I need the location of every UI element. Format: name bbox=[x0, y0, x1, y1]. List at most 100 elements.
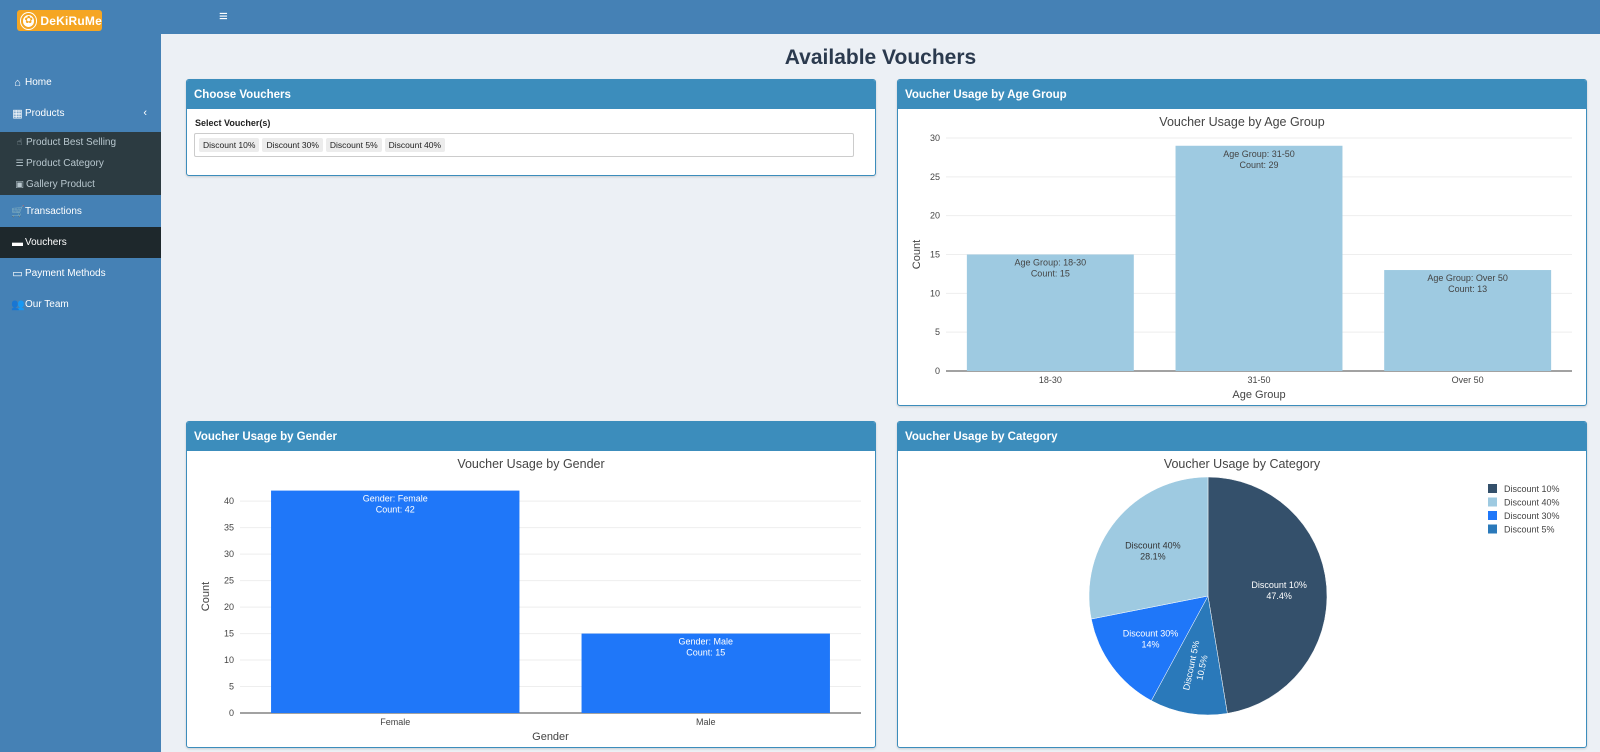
x-tick-label: 31-50 bbox=[1247, 375, 1270, 385]
hamburger-icon[interactable]: ≡ bbox=[219, 9, 228, 24]
legend-label: Discount 5% bbox=[1504, 525, 1555, 535]
bar-label-category: Gender: Female bbox=[363, 494, 428, 504]
x-axis-title: Gender bbox=[532, 731, 569, 743]
panel-title: Voucher Usage by Gender bbox=[187, 422, 875, 451]
bar bbox=[271, 490, 520, 713]
voucher-tag[interactable]: Discount 5% bbox=[325, 138, 382, 152]
legend-label: Discount 30% bbox=[1504, 511, 1560, 521]
sidebar-item-transactions[interactable]: 🛒 Transactions bbox=[0, 196, 161, 227]
bar-label-count: Count: 15 bbox=[686, 648, 725, 658]
y-tick-label: 20 bbox=[224, 602, 234, 612]
sidebar-item-label: Our Team bbox=[25, 299, 69, 310]
bar-label-count: Count: 42 bbox=[376, 505, 415, 515]
sidebar-item-product-best-selling[interactable]: ☝ Product Best Selling bbox=[0, 132, 161, 153]
y-tick-label: 25 bbox=[930, 172, 940, 182]
sidebar-item-payment-methods[interactable]: ▭ Payment Methods bbox=[0, 258, 161, 289]
x-tick-label: Male bbox=[696, 717, 716, 727]
category-panel: Voucher Usage by Category Voucher Usage … bbox=[897, 421, 1587, 748]
y-tick-label: 5 bbox=[229, 682, 234, 692]
page-title: Available Vouchers bbox=[784, 46, 977, 69]
chart-title: Voucher Usage by Age Group bbox=[1159, 115, 1324, 129]
y-tick-label: 25 bbox=[224, 576, 234, 586]
sidebar-item-label: Products bbox=[25, 108, 65, 119]
bar-label-category: Gender: Male bbox=[678, 637, 733, 647]
x-tick-label: Female bbox=[380, 717, 410, 727]
top-navbar: ✿ DeKiRuMe ≡ bbox=[0, 0, 1600, 34]
pie-label-name: Discount 40% bbox=[1125, 541, 1181, 551]
brand-name: DeKiRuMe bbox=[40, 13, 102, 28]
bar-label-category: Age Group: 18-30 bbox=[1015, 258, 1087, 268]
legend-swatch bbox=[1488, 524, 1497, 534]
x-axis-title: Age Group bbox=[1232, 389, 1285, 401]
sidebar-item-label: Payment Methods bbox=[25, 268, 106, 279]
sidebar: ⌂ Home ▦ Products ‹ ☝ Product Best Selli… bbox=[0, 34, 161, 752]
chart-title: Voucher Usage by Gender bbox=[457, 457, 604, 471]
y-tick-label: 15 bbox=[224, 629, 234, 639]
products-submenu: ☝ Product Best Selling ☰ Product Categor… bbox=[0, 132, 161, 195]
image-icon: ▣ bbox=[15, 179, 24, 189]
y-tick-label: 10 bbox=[930, 288, 940, 298]
voucher-tag[interactable]: Discount 40% bbox=[384, 138, 446, 152]
pie-label-percent: 47.4% bbox=[1266, 591, 1292, 601]
sidebar-item-home[interactable]: ⌂ Home bbox=[0, 67, 161, 98]
sidebar-item-label: Home bbox=[25, 77, 52, 88]
legend-label: Discount 40% bbox=[1504, 498, 1560, 508]
y-tick-label: 0 bbox=[229, 708, 234, 718]
pie-label-percent: 28.1% bbox=[1140, 552, 1166, 562]
sidebar-item-our-team[interactable]: 👥 Our Team bbox=[0, 289, 161, 320]
voucher-tag[interactable]: Discount 30% bbox=[262, 138, 323, 152]
sidebar-item-label: Transactions bbox=[25, 206, 82, 217]
bar-label-count: Count: 15 bbox=[1031, 269, 1070, 279]
thumbs-up-icon: ☝ bbox=[16, 137, 23, 147]
credit-card-icon: ▭ bbox=[12, 268, 23, 280]
cart-icon: 🛒 bbox=[11, 206, 25, 218]
users-icon: 👥 bbox=[11, 299, 25, 311]
y-axis-title: Count bbox=[200, 582, 212, 611]
chart-title: Voucher Usage by Category bbox=[1164, 457, 1321, 471]
cubes-icon: ▦ bbox=[12, 108, 23, 120]
bar-label-count: Count: 29 bbox=[1239, 160, 1278, 170]
y-tick-label: 30 bbox=[930, 133, 940, 143]
age-group-panel: Voucher Usage by Age Group Voucher Usage… bbox=[897, 79, 1587, 406]
sidebar-item-label: Vouchers bbox=[25, 237, 67, 248]
legend-swatch bbox=[1488, 497, 1497, 507]
list-icon: ☰ bbox=[15, 158, 24, 168]
bar bbox=[1175, 145, 1343, 371]
panel-title: Voucher Usage by Age Group bbox=[898, 80, 1586, 109]
select-vouchers-label: Select Voucher(s) bbox=[195, 118, 271, 128]
x-tick-label: 18-30 bbox=[1039, 375, 1062, 385]
age-group-chart: Voucher Usage by Age Group 0 5 10 15 20 25 30 Ag… bbox=[911, 115, 1572, 401]
voucher-tag[interactable]: Discount 10% bbox=[199, 138, 260, 152]
choose-vouchers-panel: Choose Vouchers Select Voucher(s) Discou… bbox=[186, 79, 876, 176]
sidebar-item-vouchers[interactable]: ▬ Vouchers bbox=[0, 227, 161, 258]
home-icon: ⌂ bbox=[14, 76, 21, 89]
sidebar-item-label: Product Best Selling bbox=[26, 137, 117, 148]
ticket-icon: ▬ bbox=[12, 236, 23, 249]
bar-label-count: Count: 13 bbox=[1448, 284, 1487, 294]
y-tick-label: 15 bbox=[930, 250, 940, 260]
sun-flower-icon: ✿ bbox=[21, 12, 37, 29]
sidebar-item-products[interactable]: ▦ Products ‹ bbox=[0, 98, 161, 129]
sidebar-item-product-category[interactable]: ☰ Product Category bbox=[0, 153, 161, 174]
pie-label-name: Discount 30% bbox=[1123, 628, 1179, 638]
voucher-multiselect[interactable]: Discount 10% Discount 30% Discount 5% Di… bbox=[194, 133, 854, 157]
legend-swatch bbox=[1488, 511, 1497, 520]
gender-chart: Voucher Usage by Gender 0 5 10 15 20 25 30 35 40 G… bbox=[200, 457, 861, 743]
y-tick-label: 0 bbox=[935, 366, 940, 376]
x-tick-label: Over 50 bbox=[1452, 375, 1484, 385]
bar-label-category: Age Group: 31-50 bbox=[1223, 149, 1295, 159]
sidebar-item-gallery-product[interactable]: ▣ Gallery Product bbox=[0, 174, 161, 195]
gender-panel: Voucher Usage by Gender Voucher Usage by… bbox=[186, 421, 876, 748]
y-tick-label: 40 bbox=[224, 496, 234, 506]
panel-title: Choose Vouchers bbox=[187, 80, 875, 109]
panel-title: Voucher Usage by Category bbox=[898, 422, 1586, 451]
category-pie-chart: Voucher Usage by Category Discount 10%47.… bbox=[1088, 457, 1560, 716]
y-tick-label: 5 bbox=[935, 327, 940, 337]
bar-label-category: Age Group: Over 50 bbox=[1427, 273, 1508, 283]
brand-logo[interactable]: ✿ DeKiRuMe bbox=[17, 10, 102, 31]
y-tick-label: 30 bbox=[224, 549, 234, 559]
pie-label-name: Discount 10% bbox=[1251, 580, 1307, 590]
sidebar-item-label: Gallery Product bbox=[26, 179, 95, 190]
legend-swatch bbox=[1488, 484, 1497, 493]
sidebar-item-label: Product Category bbox=[26, 158, 104, 169]
